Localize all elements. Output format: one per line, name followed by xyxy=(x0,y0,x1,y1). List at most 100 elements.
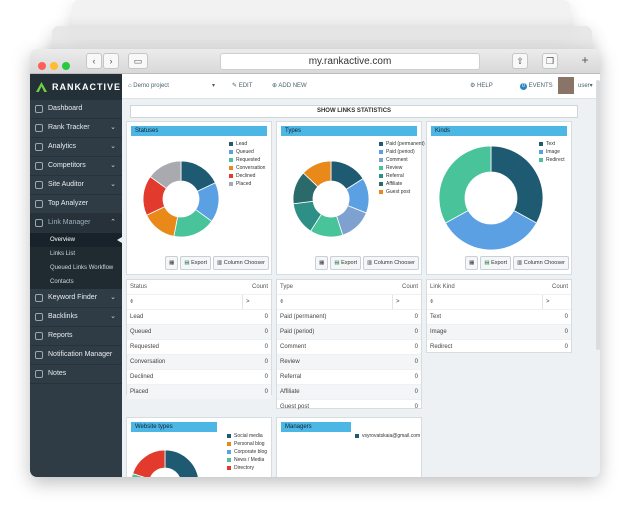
back-button[interactable]: ‹ xyxy=(86,53,102,69)
user-menu[interactable]: user▾ xyxy=(578,74,593,98)
close-window-button[interactable] xyxy=(38,62,46,70)
website-types-slice[interactable] xyxy=(132,449,166,477)
table-row[interactable]: Text 0 xyxy=(427,310,571,325)
column-header[interactable]: Count xyxy=(402,280,418,294)
sidebar-toggle-icon[interactable]: ▭ xyxy=(128,53,148,69)
legend-item[interactable]: Comment xyxy=(379,156,425,164)
table-row[interactable]: Queued 0 xyxy=(127,325,271,340)
grid-settings-button[interactable]: ▦ xyxy=(315,256,329,270)
legend-item[interactable]: Paid (permanent) xyxy=(379,140,425,148)
legend-item[interactable]: Requested xyxy=(229,156,265,164)
table-row[interactable]: Paid (permanent) 0 xyxy=(277,310,421,325)
column-header[interactable]: Link Kind xyxy=(430,284,455,290)
column-chooser-button[interactable]: ▥ Column Chooser xyxy=(512,256,569,270)
export-button[interactable]: ▤ Export xyxy=(480,256,511,270)
legend-label: Corporate blog xyxy=(234,449,268,455)
legend-item[interactable]: Conversation xyxy=(229,164,265,172)
table-row[interactable]: Placed 0 xyxy=(127,385,271,400)
legend-item[interactable]: Paid (period) xyxy=(379,148,425,156)
sidebar-item-notes[interactable]: Notes xyxy=(30,365,122,384)
logo[interactable]: RANKACTIVE xyxy=(30,74,122,100)
legend-item[interactable]: Declined xyxy=(229,172,265,180)
forward-button[interactable]: › xyxy=(103,53,119,69)
column-chooser-button[interactable]: ▥ Column Chooser xyxy=(212,256,269,270)
avatar[interactable] xyxy=(558,77,574,94)
legend-item[interactable]: vsyrovatskaia@gmail.com xyxy=(355,432,420,440)
zoom-window-button[interactable] xyxy=(62,62,70,70)
edit-button[interactable]: ✎ EDIT xyxy=(232,74,252,98)
subnav-item-contacts[interactable]: Contacts xyxy=(30,275,122,289)
kinds-slice[interactable] xyxy=(438,145,492,224)
grid-settings-button[interactable]: ▦ xyxy=(465,256,479,270)
table-row[interactable]: Referral 0 xyxy=(277,370,421,385)
legend-item[interactable]: News / Media xyxy=(227,456,267,464)
sidebar-item-keyword-finder[interactable]: Keyword Finder ⌄ xyxy=(30,289,122,308)
scrollbar[interactable] xyxy=(596,80,600,350)
legend-item[interactable]: Corporate blog xyxy=(227,448,267,456)
share-icon[interactable]: ⇧ xyxy=(512,53,528,69)
sidebar-item-rank-tracker[interactable]: Rank Tracker ⌄ xyxy=(30,119,122,138)
sidebar-item-analytics[interactable]: Analytics ⌄ xyxy=(30,138,122,157)
column-header[interactable]: Count xyxy=(252,280,268,294)
tabs-icon[interactable]: ❐ xyxy=(542,53,558,69)
column-header[interactable]: Count xyxy=(552,280,568,294)
filter-operator-icon[interactable]: > xyxy=(392,295,400,309)
table-row[interactable]: Affiliate 0 xyxy=(277,385,421,400)
grid-settings-button[interactable]: ▦ xyxy=(165,256,179,270)
table-row[interactable]: Comment 0 xyxy=(277,340,421,355)
sidebar-item-top-analyzer[interactable]: Top Analyzer xyxy=(30,195,122,214)
table-row[interactable]: Declined 0 xyxy=(127,370,271,385)
filter-icon[interactable]: ⌽ xyxy=(280,299,284,305)
website-types-slice[interactable] xyxy=(164,449,199,477)
table-row[interactable]: Guest post 0 xyxy=(277,400,421,415)
legend-item[interactable]: Guest post xyxy=(379,188,425,196)
legend-item[interactable]: Queued xyxy=(229,148,265,156)
legend-item[interactable]: Affiliate xyxy=(379,180,425,188)
table-row[interactable]: Conversation 0 xyxy=(127,355,271,370)
kinds-slice[interactable] xyxy=(490,145,544,224)
sidebar-item-reports[interactable]: Reports xyxy=(30,327,122,346)
table-row[interactable]: Paid (period) 0 xyxy=(277,325,421,340)
column-chooser-button[interactable]: ▥ Column Chooser xyxy=(362,256,419,270)
column-header[interactable]: Type xyxy=(280,284,293,290)
add-new-button[interactable]: ⊕ ADD NEW xyxy=(272,74,307,98)
legend-item[interactable]: Social media xyxy=(227,432,267,440)
events-button[interactable]: 0 EVENTS xyxy=(520,74,553,98)
sidebar-item-backlinks[interactable]: Backlinks ⌄ xyxy=(30,308,122,327)
legend-item[interactable]: Lead xyxy=(229,140,265,148)
export-button[interactable]: ▤ Export xyxy=(180,256,211,270)
legend-item[interactable]: Placed xyxy=(229,180,265,188)
legend-item[interactable]: Referral xyxy=(379,172,425,180)
filter-icon[interactable]: ⌽ xyxy=(430,299,434,305)
kinds-slice[interactable] xyxy=(444,209,538,251)
sidebar-item-notification-manager[interactable]: Notification Manager xyxy=(30,346,122,365)
table-row[interactable]: Redirect 0 xyxy=(427,340,571,355)
filter-icon[interactable]: ⌽ xyxy=(130,299,134,305)
legend-item[interactable]: Text xyxy=(539,140,565,148)
table-row[interactable]: Review 0 xyxy=(277,355,421,370)
subnav-item-links-list[interactable]: Links List xyxy=(30,247,122,261)
sidebar-item-competitors[interactable]: Competitors ⌄ xyxy=(30,157,122,176)
subnav-item-overview[interactable]: Overview xyxy=(30,233,122,247)
column-header[interactable]: Status xyxy=(130,284,147,290)
table-row[interactable]: Image 0 xyxy=(427,325,571,340)
export-button[interactable]: ▤ Export xyxy=(330,256,361,270)
legend-item[interactable]: Review xyxy=(379,164,425,172)
sidebar-item-link-manager[interactable]: Link Manager ⌃ xyxy=(30,214,122,233)
legend-item[interactable]: Image xyxy=(539,148,565,156)
table-row[interactable]: Lead 0 xyxy=(127,310,271,325)
address-bar[interactable]: my.rankactive.com xyxy=(220,53,480,70)
table-row[interactable]: Requested 0 xyxy=(127,340,271,355)
new-tab-icon[interactable]: + xyxy=(578,53,592,67)
sidebar-item-site-auditor[interactable]: Site Auditor ⌄ xyxy=(30,176,122,195)
project-selector[interactable]: ⌂ Demo project ▾ xyxy=(128,74,218,98)
filter-operator-icon[interactable]: > xyxy=(542,295,550,309)
filter-operator-icon[interactable]: > xyxy=(242,295,250,309)
sidebar-item-dashboard[interactable]: Dashboard xyxy=(30,100,122,119)
minimize-window-button[interactable] xyxy=(50,62,58,70)
legend-item[interactable]: Personal blog xyxy=(227,440,267,448)
legend-item[interactable]: Directory xyxy=(227,464,267,472)
subnav-item-queued-links-workflow[interactable]: Queued Links Workflow xyxy=(30,261,122,275)
help-button[interactable]: ⚙ HELP xyxy=(470,74,493,98)
legend-item[interactable]: Redirect xyxy=(539,156,565,164)
